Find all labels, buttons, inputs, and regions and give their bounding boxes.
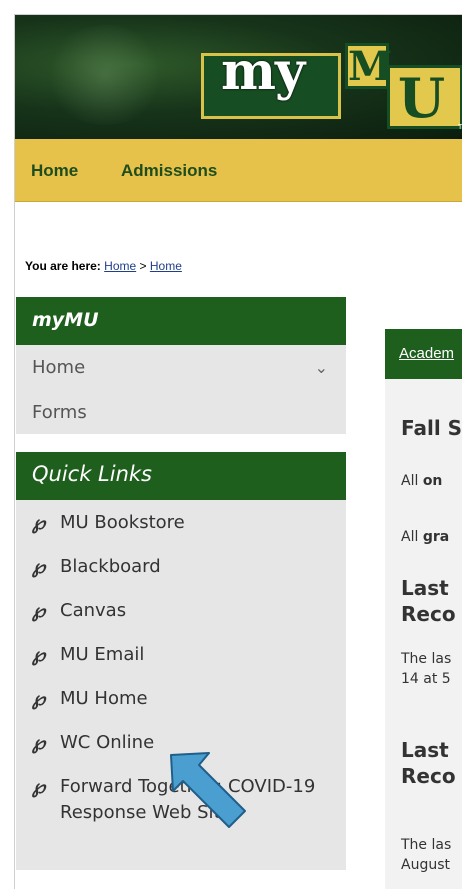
content-text: All	[401, 473, 423, 489]
link-icon: ℘	[32, 556, 46, 578]
breadcrumb: You are here: Home > Home	[25, 259, 182, 273]
browser-viewport: my M U TM Home Admissions You are here: …	[14, 14, 462, 889]
quick-link-label: Blackboard	[60, 556, 161, 577]
logo-m-block[interactable]: M	[345, 43, 392, 89]
link-icon: ℘	[32, 512, 46, 534]
lion-mascot-image	[45, 25, 165, 125]
content-heading-last-1: Last Reco	[401, 575, 456, 627]
link-icon: ℘	[32, 600, 46, 622]
quick-link-mu-email[interactable]: ℘ MU Email	[16, 642, 346, 686]
content-heading-fall: Fall S	[401, 416, 462, 440]
logo-u-block[interactable]: U	[387, 65, 462, 129]
sidebar-mymu-title: myMU	[16, 297, 346, 345]
content-paragraph-4: The las August	[401, 835, 451, 875]
quick-link-mu-home[interactable]: ℘ MU Home	[16, 686, 346, 730]
content-paragraph-1: All on	[401, 471, 442, 491]
content-text-bold: on	[422, 473, 443, 489]
quick-link-label: MU Bookstore	[60, 512, 185, 533]
sidebar-item-label: Forms	[32, 402, 87, 423]
breadcrumb-current-link[interactable]: Home	[150, 259, 182, 273]
quick-link-mu-bookstore[interactable]: ℘ MU Bookstore	[16, 510, 346, 554]
nav-admissions-link[interactable]: Admissions	[121, 161, 217, 181]
header-banner: my M U TM	[15, 15, 462, 139]
content-panel: Fall S All on All gra Last Reco The las …	[385, 379, 462, 889]
heading-line: Last	[401, 576, 449, 600]
breadcrumb-label: You are here:	[25, 259, 101, 273]
content-text: All	[401, 529, 423, 545]
breadcrumb-separator: >	[139, 259, 147, 273]
breadcrumb-home-link[interactable]: Home	[104, 259, 136, 273]
link-icon: ℘	[32, 732, 46, 754]
heading-line: Reco	[401, 602, 456, 626]
quick-link-label: MU Home	[60, 688, 148, 709]
sidebar-item-home[interactable]: Home ⌄	[16, 345, 346, 390]
trademark-mark: TM	[458, 123, 462, 131]
logo-my-text[interactable]: my	[221, 41, 305, 102]
quick-link-canvas[interactable]: ℘ Canvas	[16, 598, 346, 642]
quick-link-label: WC Online	[60, 732, 155, 753]
academic-tab-link[interactable]: Academ	[399, 345, 454, 362]
quick-link-label: Canvas	[60, 600, 127, 621]
quick-link-label: MU Email	[60, 644, 145, 665]
quick-links-title: Quick Links	[16, 452, 346, 500]
cursor-arrow-icon	[170, 752, 246, 828]
paragraph-line: August	[401, 857, 450, 873]
top-navigation: Home Admissions	[15, 139, 462, 202]
content-heading-last-2: Last Reco	[401, 737, 456, 789]
link-icon: ℘	[32, 688, 46, 710]
link-icon: ℘	[32, 776, 46, 798]
content-tab-header: Academ	[385, 329, 462, 379]
quick-link-blackboard[interactable]: ℘ Blackboard	[16, 554, 346, 598]
content-paragraph-2: All gra	[401, 527, 449, 547]
content-text-bold: gra	[422, 529, 450, 545]
nav-home-link[interactable]: Home	[31, 161, 78, 181]
sidebar-item-label: Home	[32, 357, 86, 378]
sidebar-mymu-box: myMU Home ⌄ Forms	[16, 297, 346, 434]
link-icon: ℘	[32, 644, 46, 666]
paragraph-line: The las	[401, 651, 452, 667]
content-paragraph-3: The las 14 at 5	[401, 649, 451, 689]
sidebar-item-forms[interactable]: Forms	[16, 390, 346, 435]
heading-line: Reco	[401, 764, 456, 788]
heading-line: Last	[401, 738, 449, 762]
paragraph-line: The las	[401, 837, 452, 853]
chevron-down-icon[interactable]: ⌄	[315, 345, 328, 390]
paragraph-line: 14 at 5	[401, 671, 451, 687]
